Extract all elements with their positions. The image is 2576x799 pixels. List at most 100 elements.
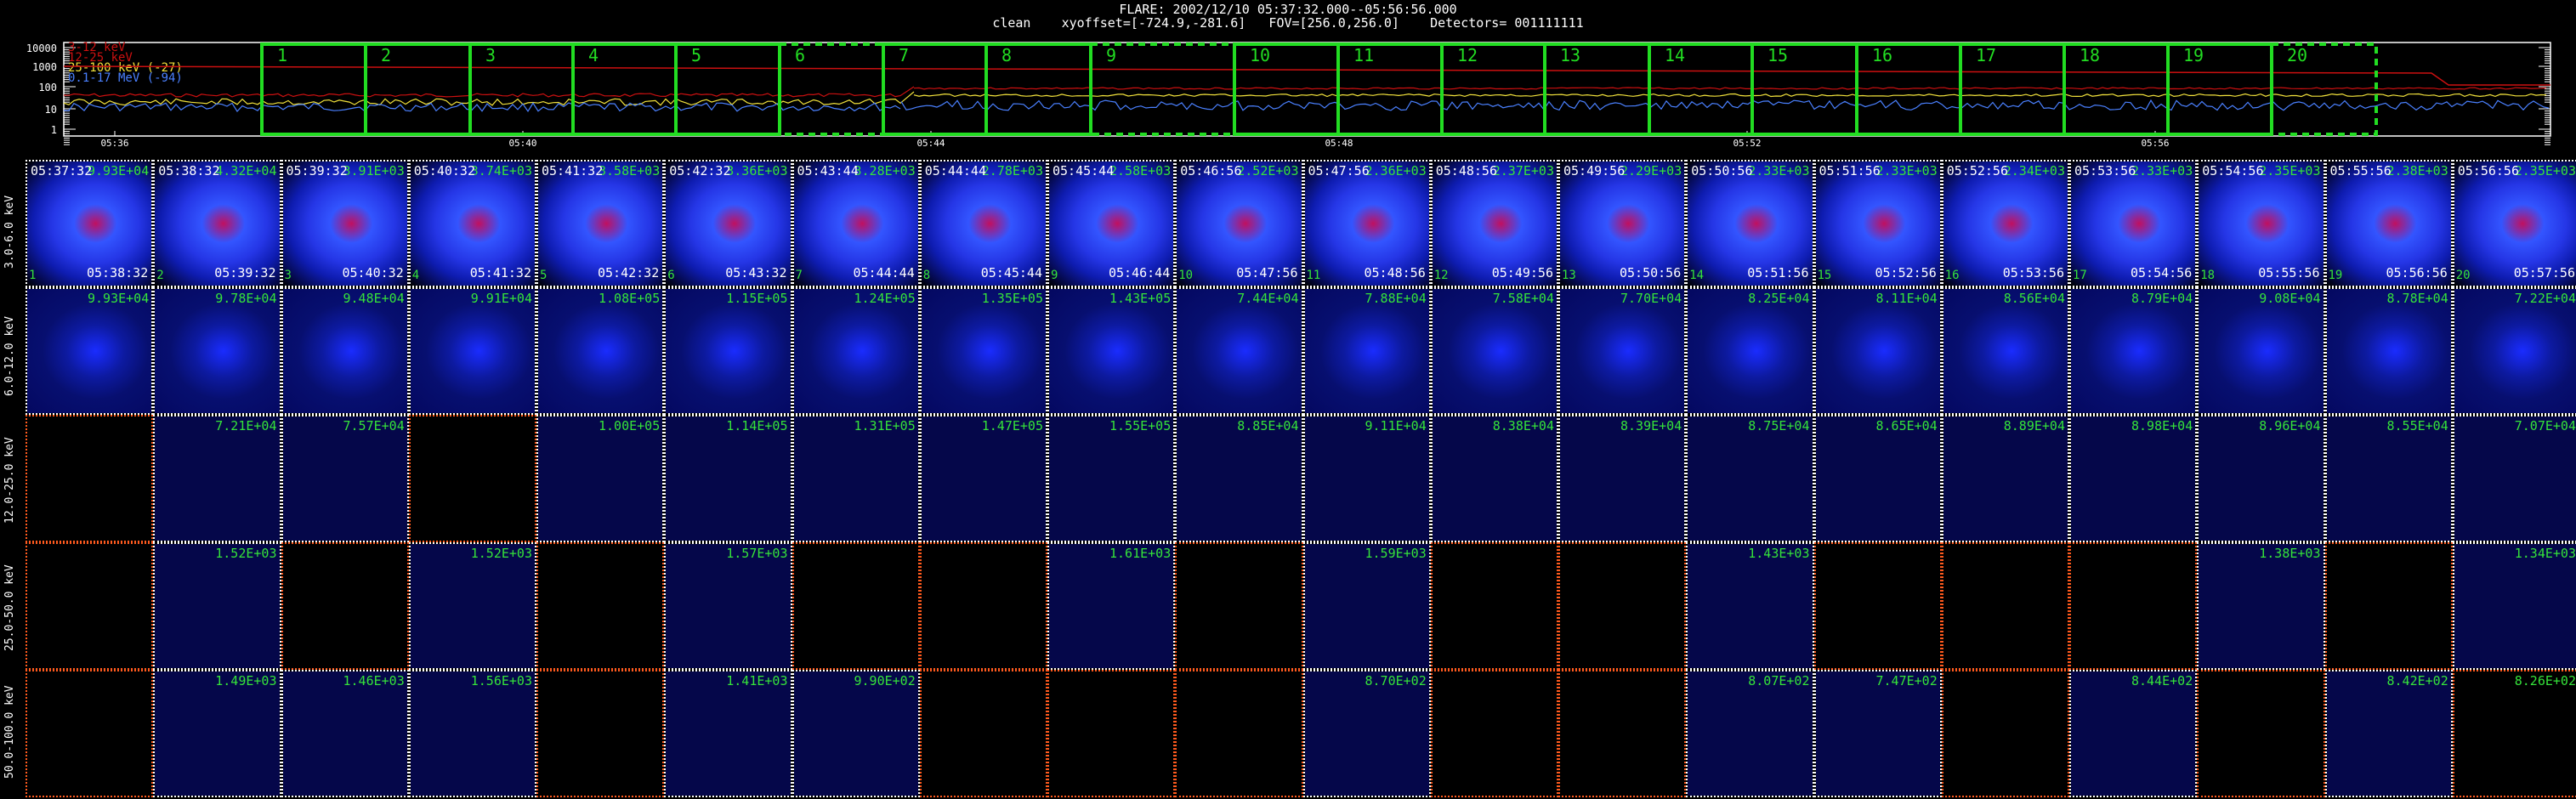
image-cell[interactable]: 7.58E+04: [1430, 287, 1558, 415]
image-cell[interactable]: 1.08E+05: [536, 287, 665, 415]
image-cell[interactable]: 8.38E+04: [1430, 415, 1558, 542]
image-cell[interactable]: 8.44E+02: [2069, 670, 2198, 797]
image-cell[interactable]: 1.43E+03: [1686, 542, 1814, 670]
image-cell[interactable]: [919, 670, 1047, 797]
image-cell[interactable]: 8.79E+04: [2069, 287, 2198, 415]
image-cell[interactable]: 8.70E+02: [1302, 670, 1431, 797]
image-cell[interactable]: 4.32E+04 05:38:32 05:39:32 2: [153, 160, 281, 287]
image-cell[interactable]: [1430, 542, 1558, 670]
image-cell[interactable]: 3.91E+03 05:39:32 05:40:32 3: [281, 160, 409, 287]
image-cell[interactable]: 2.38E+03 05:55:56 05:56:56 19: [2324, 160, 2453, 287]
image-cell[interactable]: 2.35E+03 05:54:56 05:55:56 18: [2197, 160, 2325, 287]
image-cell[interactable]: 1.35E+05: [919, 287, 1047, 415]
image-cell[interactable]: 2.33E+03 05:53:56 05:54:56 17: [2069, 160, 2198, 287]
image-cell[interactable]: 1.52E+03: [408, 542, 536, 670]
image-cell[interactable]: 9.91E+04: [408, 287, 536, 415]
image-cell[interactable]: 1.31E+05: [792, 415, 920, 542]
image-cell[interactable]: 7.22E+04: [2452, 287, 2576, 415]
image-cell[interactable]: [1558, 670, 1687, 797]
image-cell[interactable]: 8.96E+04: [2197, 415, 2325, 542]
image-cell[interactable]: 3.36E+03 05:42:32 05:43:32 6: [664, 160, 792, 287]
image-cell[interactable]: 7.57E+04: [281, 415, 409, 542]
image-cell[interactable]: [281, 542, 409, 670]
image-cell[interactable]: [1047, 670, 1176, 797]
image-cell[interactable]: [2197, 670, 2325, 797]
image-cell[interactable]: 8.25E+04: [1686, 287, 1814, 415]
image-cell[interactable]: 8.78E+04: [2324, 287, 2453, 415]
image-cell[interactable]: 8.39E+04: [1558, 415, 1687, 542]
image-cell[interactable]: [1430, 670, 1558, 797]
image-cell[interactable]: 2.33E+03 05:50:56 05:51:56 14: [1686, 160, 1814, 287]
image-cell[interactable]: 7.70E+04: [1558, 287, 1687, 415]
image-cell[interactable]: 9.48E+04: [281, 287, 409, 415]
image-cell[interactable]: 2.35E+03 05:56:56 05:57:56 20: [2452, 160, 2576, 287]
image-cell[interactable]: 1.00E+05: [536, 415, 665, 542]
image-cell[interactable]: 2.36E+03 05:47:56 05:48:56 11: [1302, 160, 1431, 287]
image-cell[interactable]: [2069, 542, 2198, 670]
image-cell[interactable]: 9.93E+04 05:37:32 05:38:32 1: [26, 160, 154, 287]
image-cell[interactable]: 9.11E+04: [1302, 415, 1431, 542]
image-cell[interactable]: [2324, 542, 2453, 670]
image-cell[interactable]: [792, 542, 920, 670]
image-cell[interactable]: 2.37E+03 05:48:56 05:49:56 12: [1430, 160, 1558, 287]
image-cell[interactable]: 1.34E+03: [2452, 542, 2576, 670]
image-cell[interactable]: [1813, 542, 1942, 670]
image-cell[interactable]: 1.55E+05: [1047, 415, 1176, 542]
image-cell[interactable]: [536, 542, 665, 670]
image-cell[interactable]: 1.43E+05: [1047, 287, 1176, 415]
image-cell[interactable]: 7.07E+04: [2452, 415, 2576, 542]
image-cell[interactable]: 1.61E+03: [1047, 542, 1176, 670]
image-cell[interactable]: [26, 670, 154, 797]
image-cell[interactable]: [1175, 542, 1303, 670]
image-cell[interactable]: 8.07E+02: [1686, 670, 1814, 797]
image-cell[interactable]: 1.15E+05: [664, 287, 792, 415]
image-cell[interactable]: 3.74E+03 05:40:32 05:41:32 4: [408, 160, 536, 287]
image-cell[interactable]: [536, 670, 665, 797]
image-cell[interactable]: 1.14E+05: [664, 415, 792, 542]
image-cell[interactable]: 7.47E+02: [1813, 670, 1942, 797]
image-cell[interactable]: 2.29E+03 05:49:56 05:50:56 13: [1558, 160, 1687, 287]
image-cell[interactable]: 8.55E+04: [2324, 415, 2453, 542]
image-cell[interactable]: 3.28E+03 05:43:44 05:44:44 7: [792, 160, 920, 287]
image-cell[interactable]: 8.56E+04: [1941, 287, 2069, 415]
image-cell[interactable]: 2.33E+03 05:51:56 05:52:56 15: [1813, 160, 1942, 287]
image-cell[interactable]: 1.57E+03: [664, 542, 792, 670]
image-cell[interactable]: 1.41E+03: [664, 670, 792, 797]
image-cell[interactable]: 9.90E+02: [792, 670, 920, 797]
image-cell[interactable]: 7.44E+04: [1175, 287, 1303, 415]
image-cell[interactable]: 8.42E+02: [2324, 670, 2453, 797]
image-cell[interactable]: [919, 542, 1047, 670]
image-cell[interactable]: [1175, 670, 1303, 797]
image-cell[interactable]: 8.85E+04: [1175, 415, 1303, 542]
image-cell[interactable]: 8.65E+04: [1813, 415, 1942, 542]
image-cell[interactable]: 8.98E+04: [2069, 415, 2198, 542]
image-cell[interactable]: [26, 415, 154, 542]
image-cell[interactable]: 8.89E+04: [1941, 415, 2069, 542]
image-cell[interactable]: [408, 415, 536, 542]
image-cell[interactable]: 1.59E+03: [1302, 542, 1431, 670]
image-cell[interactable]: [26, 542, 154, 670]
image-cell[interactable]: 1.56E+03: [408, 670, 536, 797]
image-cell[interactable]: 3.58E+03 05:41:32 05:42:32 5: [536, 160, 665, 287]
image-cell[interactable]: 2.58E+03 05:45:44 05:46:44 9: [1047, 160, 1176, 287]
image-cell[interactable]: 9.78E+04: [153, 287, 281, 415]
image-cell[interactable]: 1.49E+03: [153, 670, 281, 797]
image-cell[interactable]: 9.08E+04: [2197, 287, 2325, 415]
image-cell[interactable]: 1.46E+03: [281, 670, 409, 797]
image-cell[interactable]: 1.52E+03: [153, 542, 281, 670]
image-cell[interactable]: 8.26E+02: [2452, 670, 2576, 797]
image-cell[interactable]: 8.75E+04: [1686, 415, 1814, 542]
image-cell[interactable]: [1558, 542, 1687, 670]
image-cell[interactable]: [1941, 542, 2069, 670]
image-cell[interactable]: 1.38E+03: [2197, 542, 2325, 670]
image-cell[interactable]: 2.78E+03 05:44:44 05:45:44 8: [919, 160, 1047, 287]
image-cell[interactable]: 2.52E+03 05:46:56 05:47:56 10: [1175, 160, 1303, 287]
image-cell[interactable]: [1941, 670, 2069, 797]
image-cell[interactable]: 9.93E+04: [26, 287, 154, 415]
image-cell[interactable]: 8.11E+04: [1813, 287, 1942, 415]
image-cell[interactable]: 7.21E+04: [153, 415, 281, 542]
image-cell[interactable]: 2.34E+03 05:52:56 05:53:56 16: [1941, 160, 2069, 287]
image-cell[interactable]: 1.47E+05: [919, 415, 1047, 542]
image-cell[interactable]: 7.88E+04: [1302, 287, 1431, 415]
image-cell[interactable]: 1.24E+05: [792, 287, 920, 415]
